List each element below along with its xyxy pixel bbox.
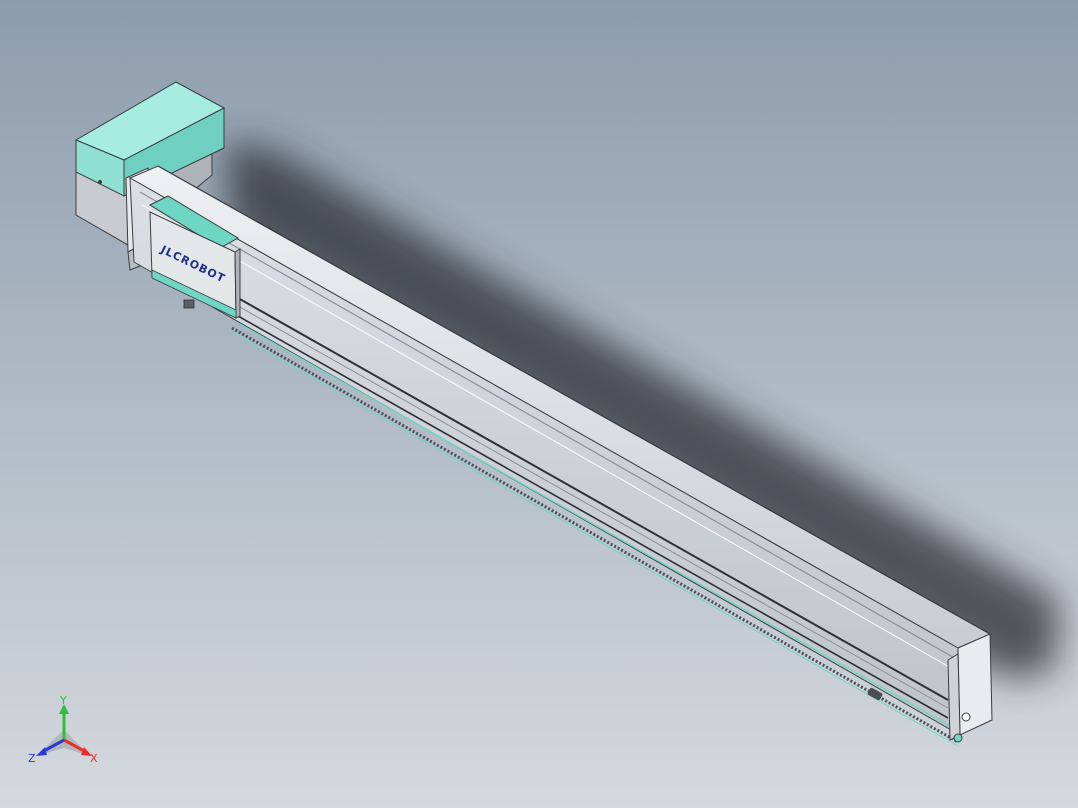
- end-plate-bottom-fitting: [953, 733, 963, 743]
- motor-screw: [98, 180, 102, 184]
- triad-x-arrow: [81, 747, 92, 756]
- end-plate-hole: [961, 712, 971, 722]
- model-view[interactable]: JLCROBOT: [0, 0, 1078, 808]
- carriage-fixing-block: [183, 299, 195, 309]
- coordinate-triad: Y X Z: [28, 694, 102, 766]
- triad-x-label: X: [90, 752, 98, 765]
- graphics-viewport[interactable]: JLCROBOT Y X Z: [0, 0, 1078, 808]
- triad-y-label: Y: [59, 696, 67, 707]
- carriage-side: [234, 248, 241, 319]
- triad-y-arrow: [59, 704, 69, 714]
- triad-z-label: Z: [28, 752, 36, 765]
